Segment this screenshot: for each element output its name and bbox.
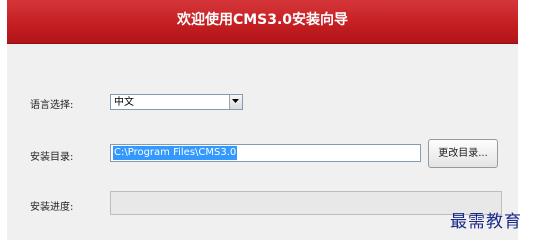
language-label: 语言选择: (30, 100, 74, 111)
installer-window: 欢迎使用CMS3.0安装向导 语言选择: 中文 安装目录: C:\Program… (7, 0, 518, 240)
change-dir-button[interactable]: 更改目录... (428, 139, 498, 168)
dropdown-arrow-icon[interactable] (229, 95, 242, 109)
watermark-text: 最需教育 (450, 212, 522, 232)
language-selected-value: 中文 (114, 97, 134, 108)
progress-label: 安装进度: (30, 202, 74, 213)
welcome-banner: 欢迎使用CMS3.0安装向导 (7, 0, 518, 44)
language-select[interactable]: 中文 (110, 94, 243, 110)
install-progress-bar (110, 191, 502, 215)
install-dir-label: 安装目录: (30, 152, 74, 163)
install-dir-value: C:\Program Files\CMS3.0 (113, 146, 238, 160)
install-dir-input[interactable]: C:\Program Files\CMS3.0 (110, 144, 421, 162)
